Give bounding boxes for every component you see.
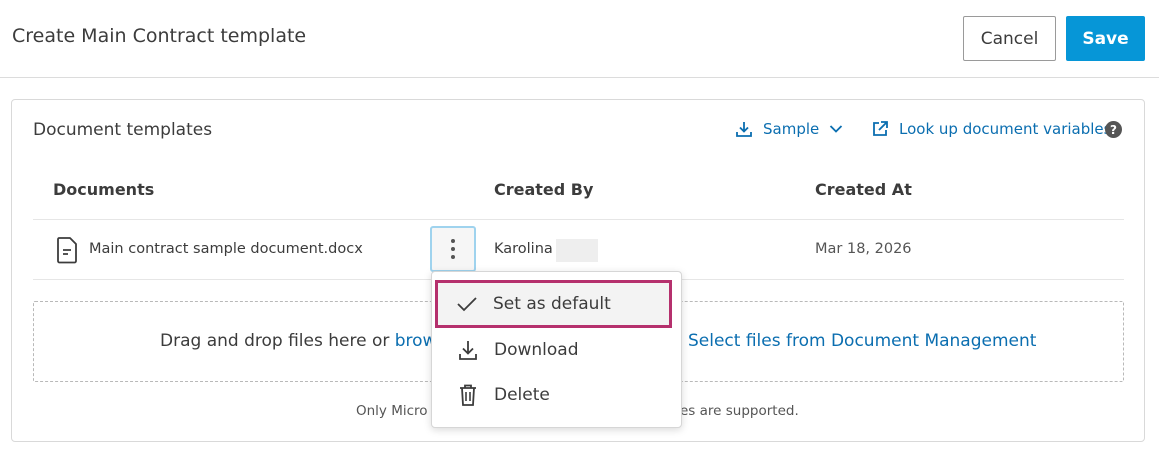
help-icon[interactable]: ? — [1105, 121, 1122, 138]
dropzone-instruction: Drag and drop files here or — [160, 331, 395, 351]
cancel-button[interactable]: Cancel — [963, 16, 1056, 61]
row-actions-menu: Set as default Download Delete — [431, 271, 682, 428]
save-button[interactable]: Save — [1066, 16, 1145, 61]
supported-files-note-end: es are supported. — [680, 403, 799, 419]
column-header-created-by: Created By — [494, 180, 594, 199]
lookup-label: Look up document variables — [899, 120, 1112, 138]
created-at-value: Mar 18, 2026 — [815, 241, 912, 257]
menu-item-label: Delete — [494, 384, 550, 405]
column-header-created-at: Created At — [815, 180, 912, 199]
table-header: Documents Created By Created At — [33, 160, 1124, 220]
dropzone-text: Drag and drop files here or brows — [160, 331, 445, 351]
redacted-surname — [556, 239, 598, 262]
created-by-value: Karolina — [494, 241, 553, 257]
more-actions-button[interactable] — [430, 226, 476, 272]
menu-item-set-as-default[interactable]: Set as default — [435, 280, 672, 328]
column-header-documents: Documents — [53, 180, 155, 199]
menu-item-download[interactable]: Download — [434, 326, 679, 373]
page-header: Create Main Contract template Cancel Sav… — [0, 0, 1159, 78]
menu-item-delete[interactable]: Delete — [434, 371, 679, 418]
external-link-icon — [871, 120, 889, 138]
download-icon — [456, 338, 480, 362]
document-icon — [55, 236, 79, 268]
menu-item-label: Set as default — [493, 294, 611, 314]
chevron-down-icon — [829, 124, 843, 134]
download-icon — [735, 120, 753, 138]
vertical-ellipsis-icon — [450, 238, 456, 260]
sample-label: Sample — [763, 120, 820, 138]
checkmark-icon — [455, 292, 479, 316]
sample-dropdown[interactable]: Sample — [735, 120, 843, 138]
trash-icon — [456, 383, 480, 407]
menu-item-label: Download — [494, 339, 579, 360]
card-title: Document templates — [33, 120, 213, 140]
page-title: Create Main Contract template — [12, 25, 307, 47]
select-from-document-management-link[interactable]: Select files from Document Management — [688, 331, 1036, 351]
supported-files-note-start: Only Micro — [356, 403, 428, 419]
document-name[interactable]: Main contract sample document.docx — [89, 241, 363, 257]
lookup-variables-link[interactable]: Look up document variables — [871, 120, 1111, 138]
